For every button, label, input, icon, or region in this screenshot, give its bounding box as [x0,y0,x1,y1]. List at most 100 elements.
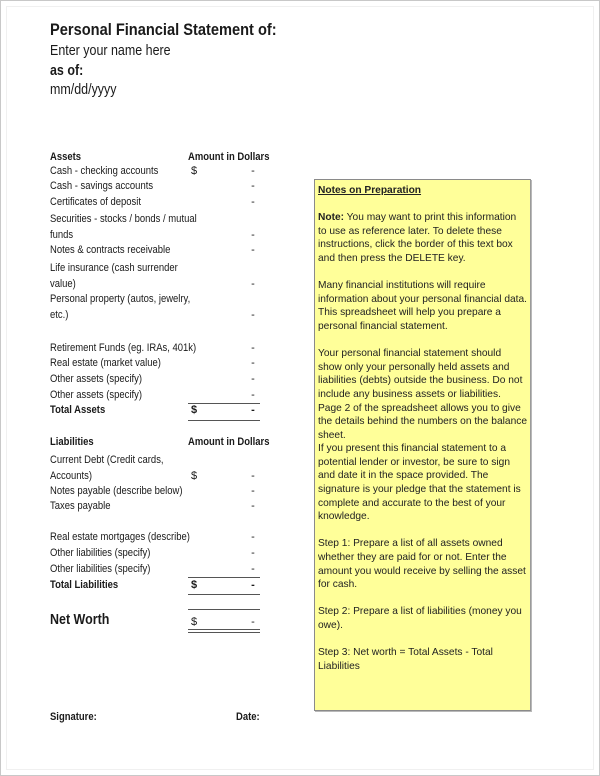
liability-row-label: Other liabilities (specify) [50,563,167,575]
asset-row-value[interactable]: - [248,244,258,256]
signature-label: Signature: [50,711,104,723]
signature-label-text: Signature: [50,711,97,723]
asset-row-value[interactable]: - [248,309,258,321]
liability-row-value[interactable]: - [248,563,258,575]
total-liabilities-label: Total Liabilities [50,579,129,591]
asset-row-label-text: Securities - stocks / bonds / mutual [50,213,197,225]
notes-text-box[interactable]: Notes on Preparation Note: You may want … [314,179,531,711]
asset-row-label: Cash - savings accounts [50,180,170,192]
total-assets-value: - [251,404,255,416]
asset-row-label: Securities - stocks / bonds / mutual [50,213,221,225]
asset-row-label-continued: etc.) [50,309,71,321]
asset-row-label-text: Notes & contracts receivable [50,244,171,256]
asset-row-label: Certificates of deposit [50,196,156,208]
asset-row-label-text: Real estate (market value) [50,357,161,369]
asset-row-label: Notes & contracts receivable [50,244,190,256]
liability-row-label-text: Other liabilities (specify) [50,547,151,559]
notes-paragraph-4: If you present this financial statement … [318,443,521,523]
asset-row-label-text: Other assets (specify) [50,373,143,385]
asset-row-currency: $ [191,165,198,177]
liability-row-label: Notes payable (describe below) [50,485,204,497]
notes-note-label: Note: [318,212,345,224]
liability-row-label-text: Notes payable (describe below) [50,485,183,497]
asset-row-label: Other assets (specify) [50,389,157,401]
liabilities-heading-text: Liabilities [50,436,94,448]
asset-row-label-text: Retirement Funds (eg. IRAs, 401k) [50,342,197,354]
liability-row-label-text: Real estate mortgages (describe) [50,531,190,543]
notes-paragraph-1: Many financial institutions will require… [318,280,527,332]
asset-row-label-continued-text: value) [50,278,76,290]
liability-row-currency: $ [191,470,198,482]
asset-row-label: Retirement Funds (eg. IRAs, 401k) [50,342,220,354]
notes-title: Notes on Preparation [318,185,422,196]
asset-row-label-text: Life insurance (cash surrender [50,262,178,274]
asset-row-value[interactable]: - [248,373,258,385]
asset-row-value[interactable]: - [248,389,258,401]
asset-row-value[interactable]: - [248,180,258,192]
asset-row-label: Other assets (specify) [50,373,157,385]
net-worth-top-rule [188,609,260,610]
liability-row-value[interactable]: - [248,500,258,512]
total-liabilities-currency: $ [191,579,198,591]
net-worth-double-rule-2 [188,632,260,633]
asset-row-label-text: Personal property (autos, jewelry, [50,293,191,305]
asset-row-label-continued-text: etc.) [50,309,69,321]
total-liabilities-top-rule [188,577,260,578]
asset-row-label-text: Cash - savings accounts [50,180,154,192]
notes-paragraph-2: Your personal financial statement should… [318,348,523,400]
total-assets-label-text: Total Assets [50,404,106,416]
total-liabilities-label-text: Total Liabilities [50,579,119,591]
net-worth-label-text: Net Worth [50,612,110,628]
asset-row-value[interactable]: - [248,278,258,290]
date-field-text: mm/dd/yyyy [50,82,117,98]
liability-row-label-continued: Accounts) [50,470,99,482]
statement-title: Personal Financial Statement of: [50,20,314,40]
net-worth-value: - [251,616,255,628]
notes-note-text: You may want to print this information t… [318,212,517,264]
liability-row-label: Current Debt (Credit cards, [50,454,182,466]
liability-row-label-text: Other liabilities (specify) [50,563,151,575]
liability-row-label: Other liabilities (specify) [50,547,167,559]
asset-row-value[interactable]: - [248,165,258,177]
liabilities-amount-heading: Amount in Dollars [188,436,283,448]
name-field-text: Enter your name here [50,43,171,59]
liabilities-amount-heading-text: Amount in Dollars [188,436,270,448]
notes-note-paragraph: Note: You may want to print this informa… [318,211,527,265]
asset-row-label: Cash - checking accounts [50,165,176,177]
notes-spacer [318,592,527,606]
asset-row-value[interactable]: - [248,229,258,241]
liability-row-label-text: Taxes payable [50,500,111,512]
total-assets-label: Total Assets [50,404,114,416]
liabilities-heading: Liabilities [50,436,101,448]
total-assets-bottom-rule [188,420,260,421]
liability-row-value[interactable]: - [248,470,258,482]
net-worth-label: Net Worth [50,612,119,628]
asset-row-value[interactable]: - [248,342,258,354]
assets-heading-text: Assets [50,151,82,163]
date-field[interactable]: mm/dd/yyyy [50,82,127,98]
notes-paragraph-3: Page 2 of the spreadsheet allows you to … [318,402,527,441]
asset-row-label: Personal property (autos, jewelry, [50,293,213,305]
liability-row-value[interactable]: - [248,485,258,497]
notes-spacer [318,524,527,538]
date-signed-label-text: Date: [236,711,260,723]
asset-row-value[interactable]: - [248,196,258,208]
name-field[interactable]: Enter your name here [50,43,190,59]
asset-row-value[interactable]: - [248,357,258,369]
assets-heading: Assets [50,151,86,163]
asset-row-label-continued: value) [50,278,80,290]
liability-row-value[interactable]: - [248,531,258,543]
notes-spacer [318,198,527,212]
asset-row-label-text: Cash - checking accounts [50,165,159,177]
total-liabilities-bottom-rule [188,594,260,595]
liability-row-label: Taxes payable [50,500,120,512]
date-signed-label: Date: [236,711,264,723]
total-liabilities-value: - [251,579,255,591]
notes-spacer [318,266,527,280]
net-worth-double-rule-1 [188,629,260,630]
statement-title-text: Personal Financial Statement of: [50,20,277,39]
notes-step-2: Step 2: Prepare a list of liabilities (m… [318,606,522,631]
notes-step-1: Step 1: Prepare a list of all assets own… [318,538,526,591]
liability-row-value[interactable]: - [248,547,258,559]
asset-row-label: Life insurance (cash surrender [50,262,199,274]
